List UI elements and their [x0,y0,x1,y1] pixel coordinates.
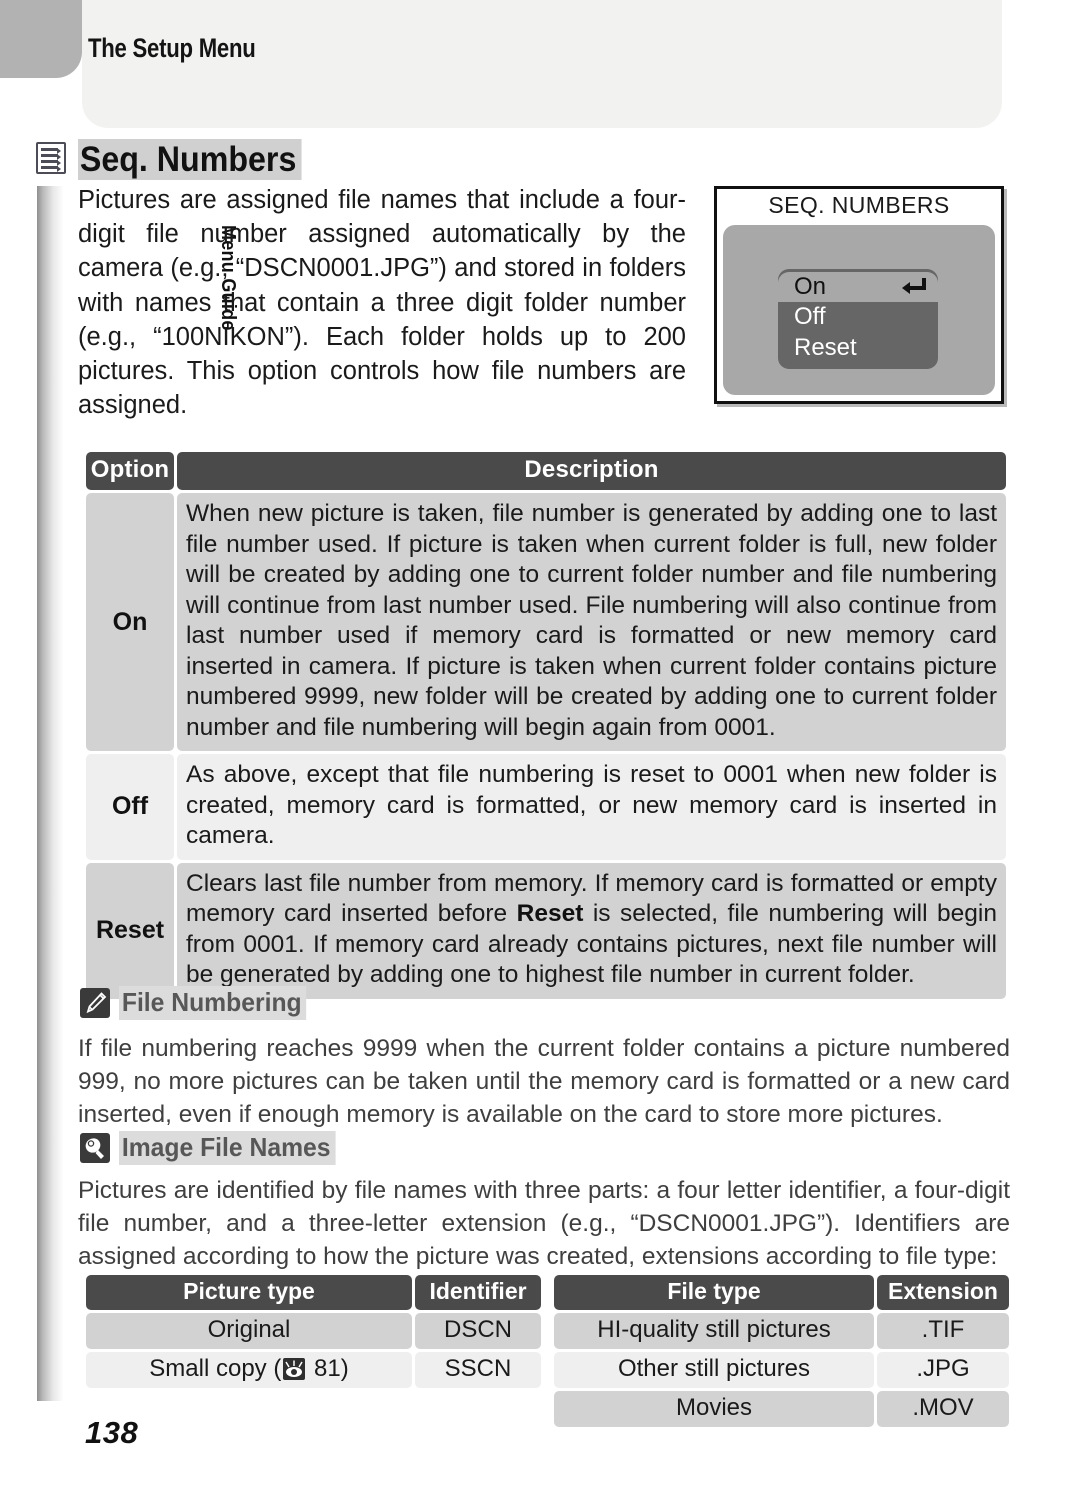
desc-part-bold: Reset [516,900,584,927]
lcd-menu-item-reset-label: Reset [794,333,857,361]
file-type-hi-quality: HI-quality still pictures [554,1313,874,1349]
extension-jpg: .JPG [877,1352,1009,1388]
menu-list-icon [36,142,66,174]
side-tab-strip [37,186,63,1401]
lcd-screen-title: SEQ. NUMBERS [768,192,950,218]
running-head-panel [82,0,1002,128]
table-header-row: Picture type Identifier [86,1275,541,1310]
file-type-movies: Movies [554,1391,874,1427]
table-row: On When new picture is taken, file numbe… [86,493,1006,751]
option-description-on: When new picture is taken, file number i… [177,493,1006,751]
camera-lcd-figure: SEQ. NUMBERS On Off Reset [714,186,1004,404]
page-number: 138 [85,1415,139,1450]
lcd-menu-item-off[interactable]: Off [778,302,938,332]
option-label-off: Off [86,754,174,860]
table-row: Movies .MOV [554,1391,1009,1427]
identifier-dscn: DSCN [415,1313,541,1349]
section-title: Seq. Numbers [78,139,302,181]
note-heading-image-file-names: Image File Names [80,1131,347,1165]
option-description-reset: Clears last file number from memory. If … [177,862,1006,999]
table-header-row: Option Description [86,452,1006,490]
lcd-menu-item-reset[interactable]: Reset [778,333,938,363]
note-body-image-file-names: Pictures are identified by file names wi… [78,1177,1010,1270]
section-intro-paragraph: Pictures are assigned file names that in… [78,186,686,420]
enter-arrow-icon [902,278,926,294]
col-header-description: Description [177,452,1006,490]
picture-type-small-copy: Small copy ( 81) [86,1352,412,1388]
picture-type-original: Original [86,1313,412,1349]
table-header-row: File type Extension [554,1275,1009,1310]
lcd-menu-item-off-label: Off [794,303,826,331]
note-title-image-file-names: Image File Names [119,1131,336,1165]
picture-type-table: Picture type Identifier Original DSCN Sm… [83,1272,544,1391]
col-header-file-type: File type [554,1275,874,1310]
table-row: Other still pictures .JPG [554,1352,1009,1388]
table-row: Off As above, except that file numbering… [86,754,1006,860]
file-type-other-still: Other still pictures [554,1352,874,1388]
lcd-menu-list: On Off Reset [778,269,938,369]
table-row: HI-quality still pictures .TIF [554,1313,1009,1349]
table-row: Small copy ( 81) SSCN [86,1352,541,1388]
note-heading-file-numbering: File Numbering [80,986,316,1020]
pencil-icon [80,988,110,1018]
eye-reference-icon [283,1358,306,1380]
file-type-table: File type Extension HI-quality still pic… [551,1272,1012,1430]
section-heading: Seq. Numbers [36,139,321,181]
lightbulb-icon [80,1133,110,1163]
identifier-sscn: SSCN [415,1352,541,1388]
col-header-identifier: Identifier [415,1275,541,1310]
small-copy-text-pre: Small copy ( [149,1355,282,1382]
extension-tif: .TIF [877,1313,1009,1349]
running-head-title: The Setup Menu [88,33,256,63]
option-label-reset: Reset [86,862,174,999]
col-header-option: Option [86,452,174,490]
small-copy-text-post: 81) [307,1355,349,1382]
lcd-menu-item-on[interactable]: On [778,272,938,303]
col-header-picture-type: Picture type [86,1275,412,1310]
col-header-extension: Extension [877,1275,1009,1310]
note-title-file-numbering: File Numbering [119,986,307,1020]
page-corner-block [0,0,82,78]
note-body-file-numbering: If file numbering reaches 9999 when the … [78,1035,1010,1128]
option-description-table: Option Description On When new picture i… [83,449,1009,1002]
lcd-screen-body: On Off Reset [723,225,995,395]
option-label-on: On [86,493,174,751]
extension-mov: .MOV [877,1391,1009,1427]
table-row: Reset Clears last file number from memor… [86,862,1006,999]
option-description-off: As above, except that file numbering is … [177,754,1006,860]
lcd-menu-item-on-label: On [794,273,827,300]
table-row: Original DSCN [86,1313,541,1349]
